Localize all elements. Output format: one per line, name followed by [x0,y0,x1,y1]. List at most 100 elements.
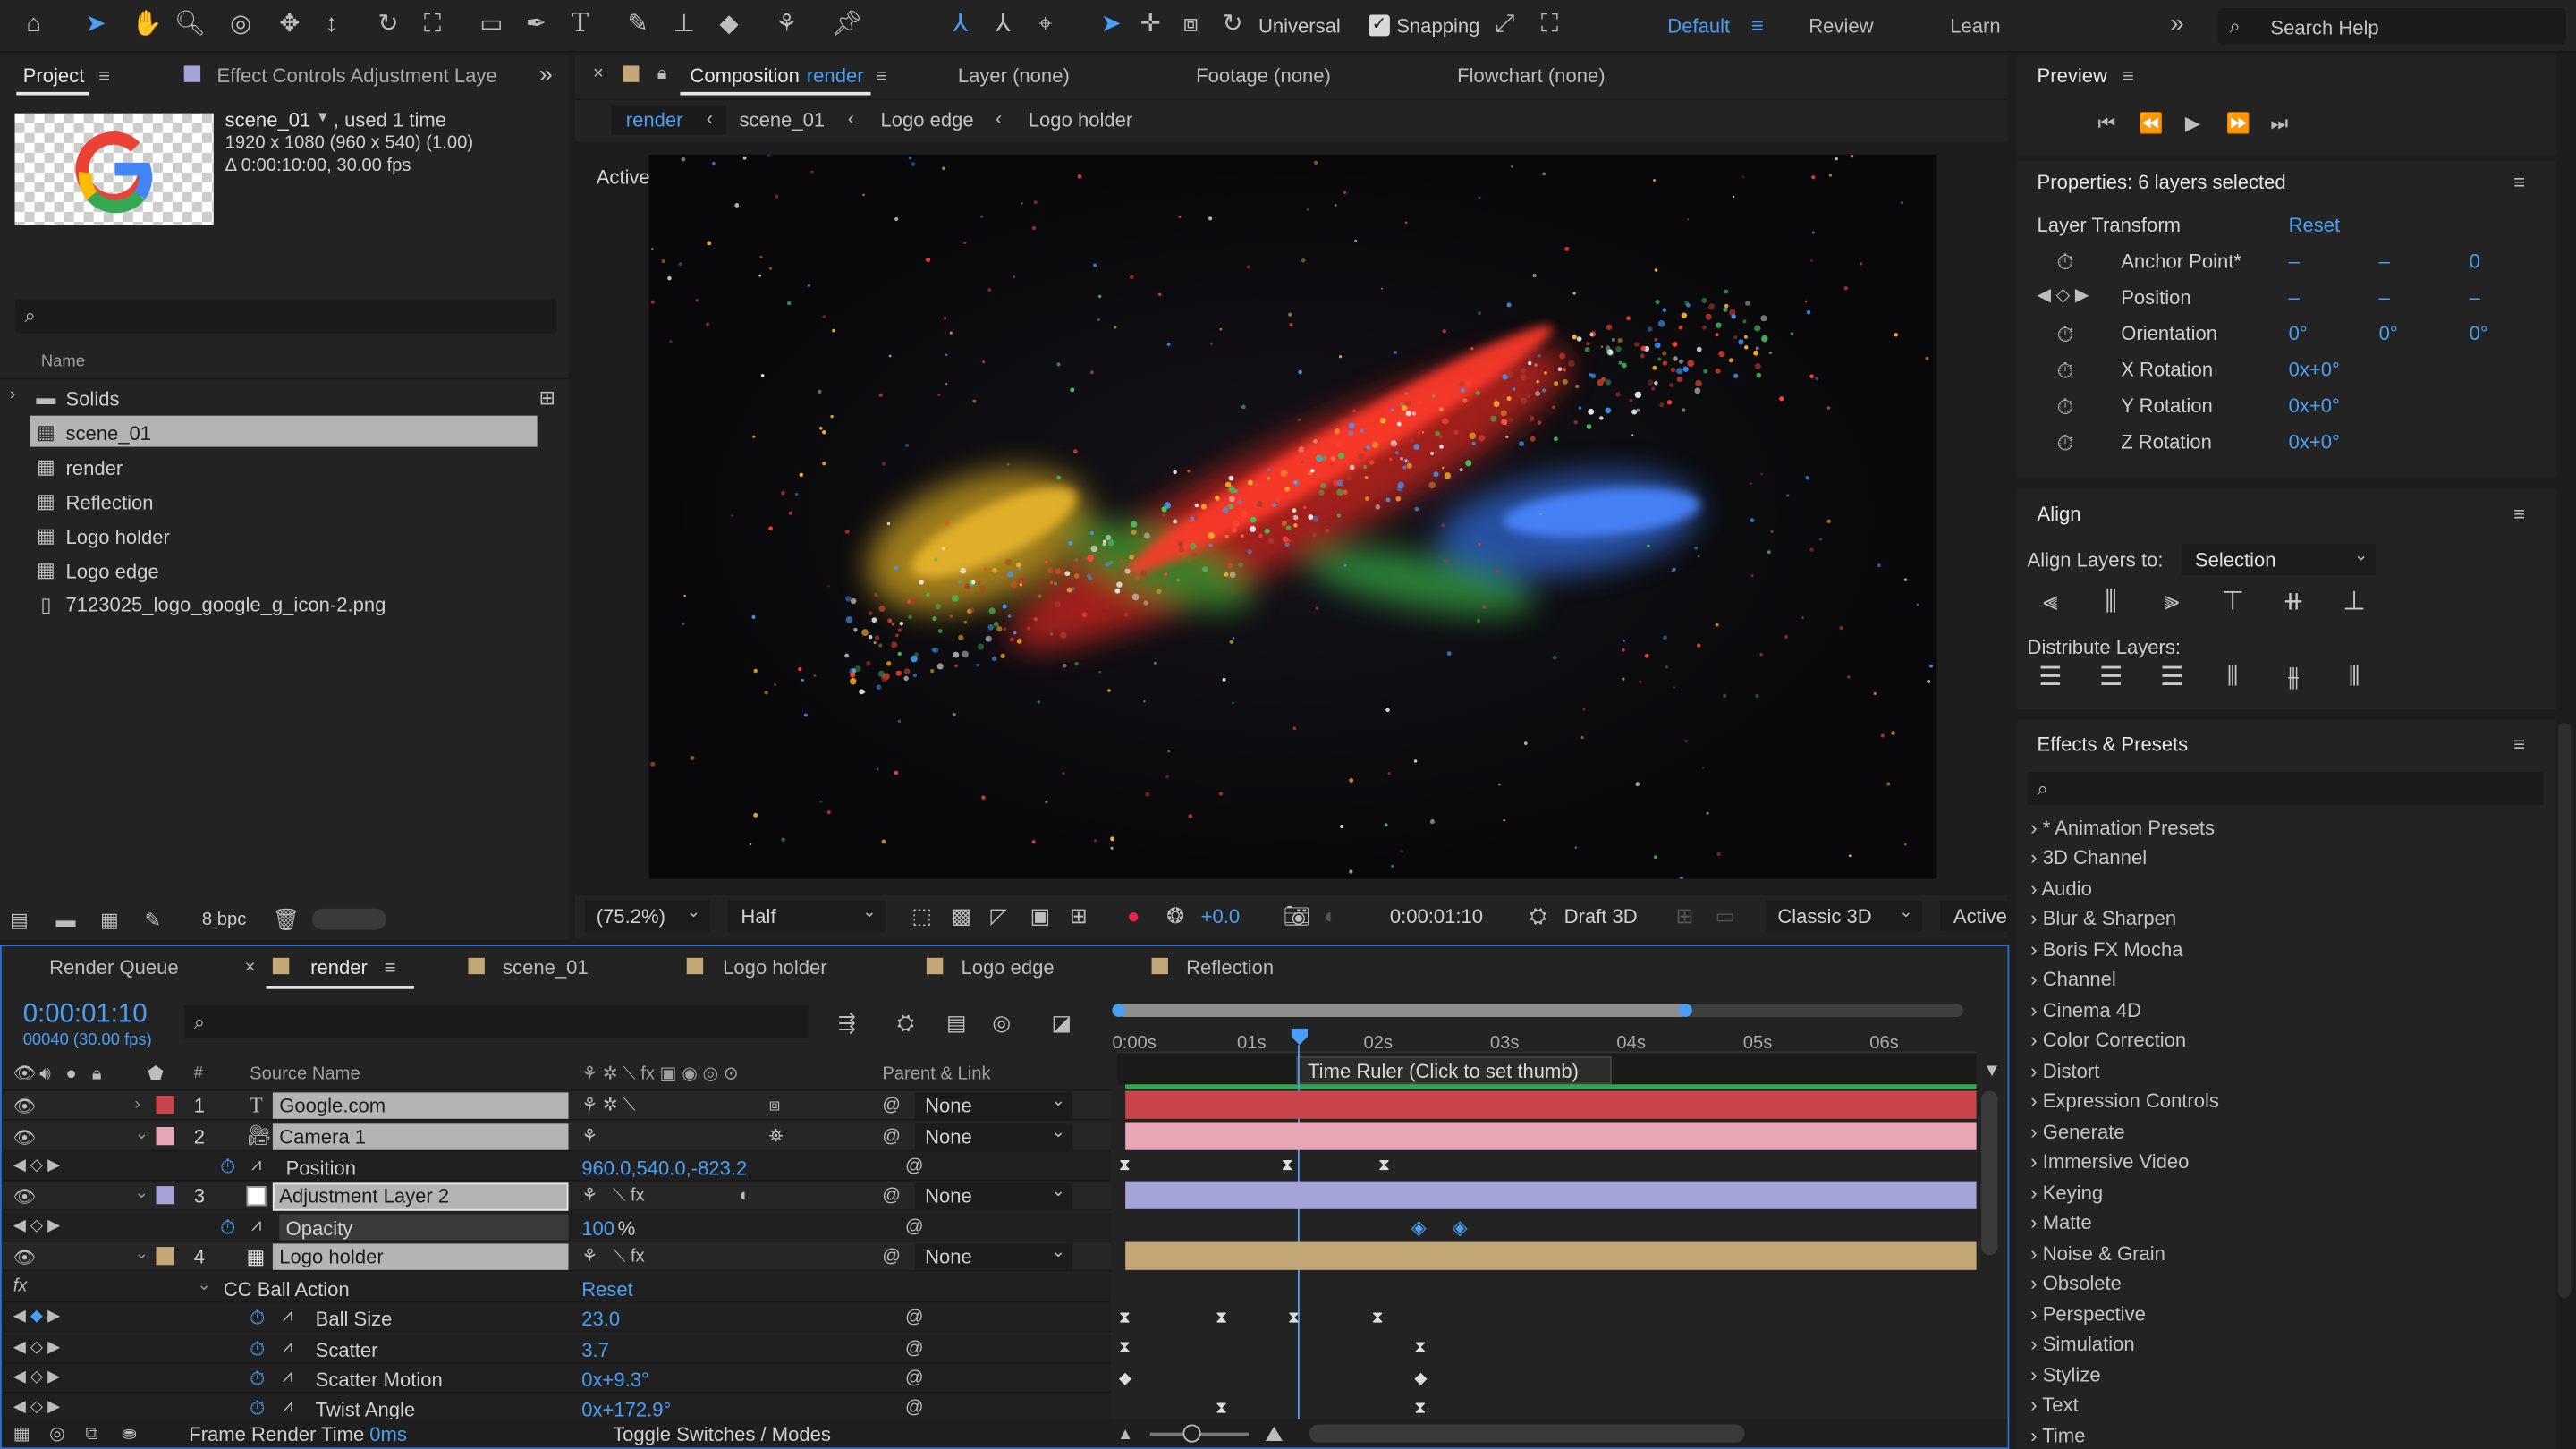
effect-category-3d-channel[interactable]: › 3D Channel [2030,846,2147,869]
mask-visibility-icon[interactable]: ◸ [991,903,1007,928]
pickwhip-icon[interactable]: @ [882,1245,901,1270]
roto-brush-tool-icon[interactable]: ⚘ [775,12,798,37]
eye-icon[interactable]: 👁︎ [13,1247,37,1272]
stopwatch-icon[interactable]: ⏱︎ [2057,430,2074,455]
region-of-interest-icon[interactable]: ⬚ [911,903,932,928]
property-row-scatter-motion[interactable] [3,1363,1111,1394]
z-rotation-value[interactable]: 0x+0° [2289,430,2340,453]
effect-category-obsolete[interactable]: › Obsolete [2030,1272,2122,1295]
layer-transform-reset[interactable]: Reset [2289,214,2341,237]
rectangle-tool-icon[interactable]: ▭ [479,12,503,37]
effect-reset[interactable]: Reset [581,1278,633,1301]
x-rotation-value[interactable]: 0x+0° [2289,358,2340,381]
graph-icon[interactable]: ⩘ [251,1155,261,1176]
project-scroll-thumb[interactable] [311,908,386,930]
orientation-z[interactable]: 0° [2470,322,2488,345]
pickwhip-icon[interactable]: @ [882,1184,901,1209]
keyframe-icon[interactable]: ⧗ [1119,1340,1131,1357]
graph-icon[interactable]: ⩘ [283,1396,292,1418]
orientation-y[interactable]: 0° [2379,322,2398,345]
snapping-checkbox[interactable]: ✓ [1368,14,1390,37]
project-flowchart-icon[interactable]: ⊞ [538,386,555,411]
3d-scale-icon[interactable]: ⧈ [1182,12,1199,37]
graph-icon[interactable]: ⩘ [283,1337,292,1359]
work-area-range[interactable] [1116,1004,1688,1017]
home-icon[interactable]: ⌂ [26,12,41,37]
lock-icon[interactable]: 🔒︎ [657,63,667,88]
breadcrumb-render[interactable]: render [626,108,683,131]
layer-name[interactable]: Google.com [279,1094,386,1117]
layer-color-label[interactable] [156,1247,174,1266]
stopwatch-icon[interactable]: ⏱︎ [250,1306,265,1331]
breadcrumb-logo-edge[interactable]: Logo edge [880,108,973,131]
stopwatch-icon[interactable]: ⏱︎ [2057,394,2074,419]
align-left-icon[interactable]: ⫷ [2034,587,2067,620]
layer-name[interactable]: Adjustment Layer 2 [279,1184,449,1208]
next-frame-icon[interactable]: ⏩ [2226,112,2250,137]
interpret-footage-icon[interactable]: ▤ [10,909,29,934]
grid-guides-icon[interactable]: ⊞ [1070,903,1088,928]
solo-switch-icon[interactable]: ● [65,1063,76,1088]
new-folder-icon[interactable]: ▬ [55,909,75,934]
stopwatch-icon[interactable]: ⏱︎ [250,1396,265,1421]
play-icon[interactable]: ▶ [2185,112,2200,137]
dolly-camera-icon[interactable]: ↕ [326,12,338,37]
source-name-header[interactable]: Source Name [250,1064,360,1084]
effect-category-time[interactable]: › Time [2030,1424,2085,1447]
3d-rotate-icon[interactable]: ↻ [1223,12,1243,37]
layer-name[interactable]: Camera 1 [279,1125,366,1148]
eye-icon[interactable]: 👁︎ [13,1186,37,1211]
orbit-camera-icon[interactable]: ◎ [230,12,251,37]
close-tab-icon[interactable]: × [593,64,604,84]
composition-mini-flowchart-icon[interactable]: ⇶ [838,1011,856,1036]
expression-pickwhip-icon[interactable]: @ [905,1396,924,1421]
stopwatch-icon[interactable]: ⏱︎ [2057,322,2074,347]
time-zoom-slider-thumb[interactable] [1182,1424,1201,1443]
effect-category-blur-sharpen[interactable]: › Blur & Sharpen [2030,907,2176,930]
work-area-end-handle[interactable] [1679,1004,1692,1017]
tab-render[interactable]: render [310,956,368,979]
distribute-bottom-icon[interactable]: ☰ [2156,662,2189,695]
eye-icon[interactable]: 👁︎ [13,1127,37,1152]
project-item-dropdown-icon[interactable]: ▼ [316,108,330,124]
expand-icon[interactable]: › [135,1096,140,1114]
effect-category-animation-presets[interactable]: › * Animation Presets [2030,817,2215,840]
snap-options-icon[interactable]: ⤢ [1495,12,1514,37]
position-z[interactable]: – [2470,286,2480,309]
viewer-timecode[interactable]: 0:00:01:10 [1390,905,1483,928]
effect-category-immersive-video[interactable]: › Immersive Video [2030,1150,2189,1174]
more-workspaces-icon[interactable]: » [2170,12,2183,37]
opacity-property-value[interactable]: 100 [581,1217,614,1241]
scatter-value[interactable]: 3.7 [581,1339,609,1362]
stopwatch-icon[interactable]: ⏱︎ [2057,358,2074,383]
layer-bar-logo-holder[interactable] [1125,1241,1977,1270]
draft-3d-label[interactable]: Draft 3D [1564,905,1638,928]
fx-icon[interactable]: fx [13,1276,28,1296]
zoom-out-icon[interactable]: ▲ [1117,1423,1133,1448]
keyframe-navigator-icon[interactable]: ◀ ◇ ▶ [2038,284,2089,306]
property-row-ball-size[interactable] [3,1302,1111,1333]
draft-3d-toggle-icon[interactable]: ⛭ [897,1011,914,1036]
selection-tool-icon[interactable]: ➤ [86,12,106,37]
composition-menu-icon[interactable]: ≡ [876,64,887,89]
stopwatch-icon[interactable]: ⏱︎ [220,1216,235,1241]
timeline-timecode[interactable]: 0:00:01:10 [23,1001,148,1030]
3d-move-icon[interactable]: ✛ [1140,12,1161,37]
scatter-motion-value[interactable]: 0x+9.3° [581,1368,649,1392]
brush-tool-icon[interactable]: ✎ [628,12,648,37]
collapse-icon[interactable]: ⌄ [135,1184,148,1202]
tab-render-queue[interactable]: Render Queue [49,956,179,979]
snapshot-camera-icon[interactable]: 📷︎ [1283,903,1309,928]
effect-category-channel[interactable]: › Channel [2030,968,2116,991]
expression-pickwhip-icon[interactable]: @ [905,1337,924,1362]
3d-select-icon[interactable]: ➤ [1101,12,1122,37]
align-top-icon[interactable]: ⊤ [2216,587,2250,620]
anchor-point-z[interactable]: 0 [2470,250,2480,273]
motion-blur-icon[interactable]: ◎ [992,1011,1011,1036]
workspace-menu-icon[interactable]: ≡ [1751,13,1764,38]
comp-marker-icon[interactable]: ▼ [1983,1060,2001,1085]
effects-search-input[interactable] [2027,772,2544,806]
align-menu-icon[interactable]: ≡ [2513,503,2525,528]
toggle-switches-modes[interactable]: Toggle Switches / Modes [613,1423,831,1446]
draft-3d-icon[interactable]: ⛭ [1530,903,1546,928]
